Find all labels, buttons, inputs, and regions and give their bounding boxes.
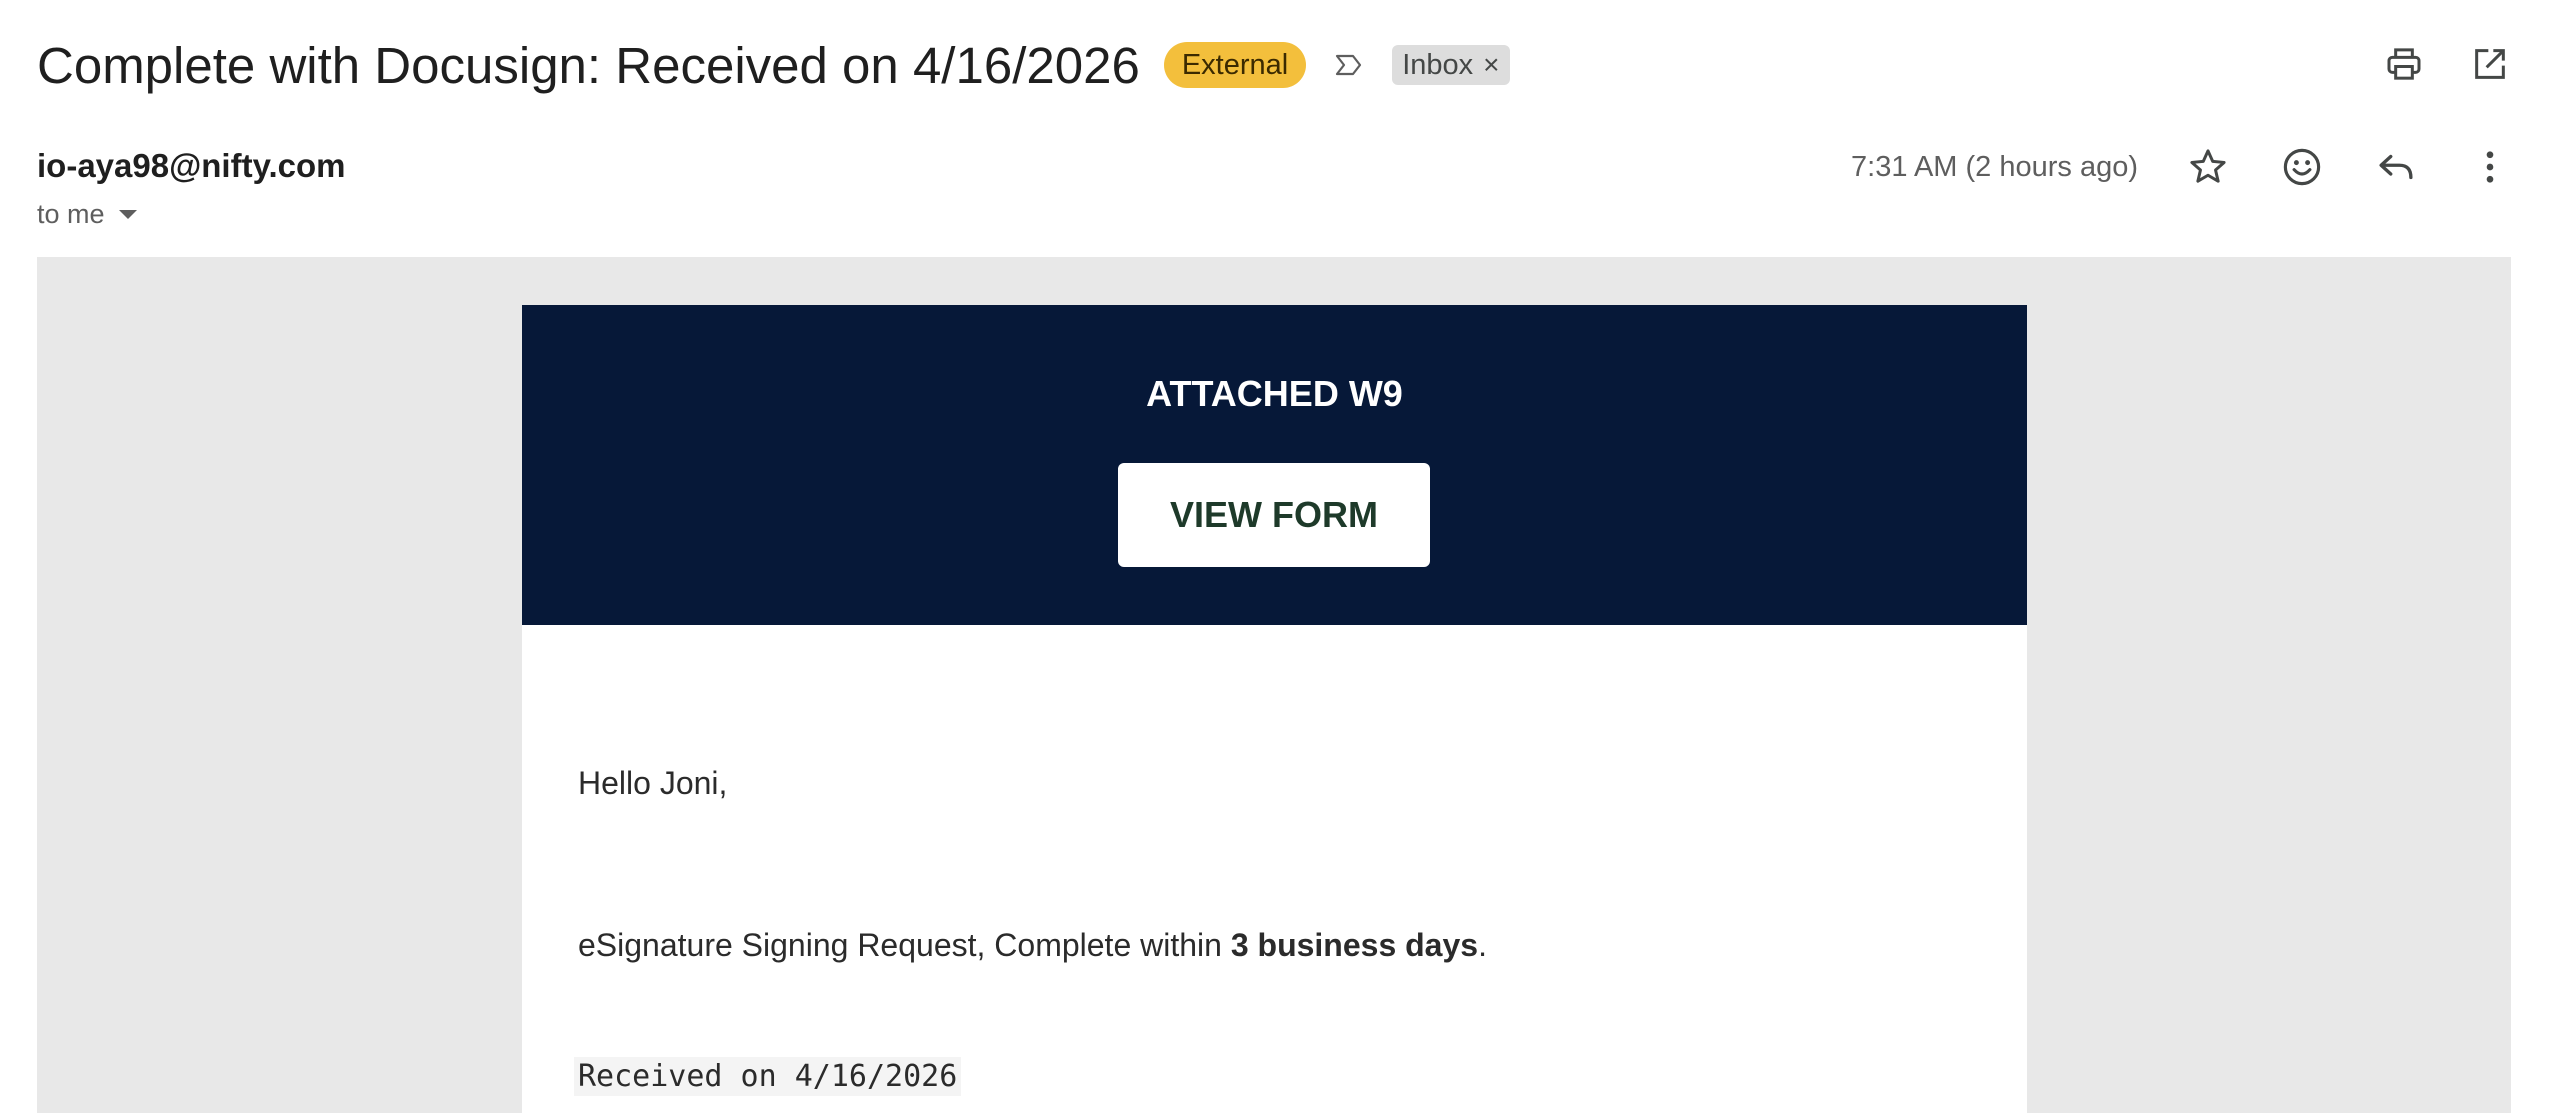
chevron-down-icon[interactable] xyxy=(118,210,137,219)
received-line: Received on 4/16/2026 xyxy=(574,1057,962,1096)
star-icon[interactable] xyxy=(2186,145,2230,189)
request-deadline: 3 business days xyxy=(1230,927,1479,963)
label-inbox-text: Inbox xyxy=(1402,48,1474,81)
email-subject: Complete with Docusign: Received on 4/16… xyxy=(37,36,1140,94)
thread-actions xyxy=(2382,42,2512,86)
request-prefix: eSignature Signing Request, Complete wit… xyxy=(578,927,1231,963)
sender-address[interactable]: io-aya98@nifty.com xyxy=(37,147,346,185)
open-in-new-window-icon[interactable] xyxy=(2468,42,2512,86)
message-actions xyxy=(2186,145,2512,189)
signing-request-text: eSignature Signing Request, Complete wit… xyxy=(578,927,1487,964)
email-card: ATTACHED W9 VIEW FORM Hello Joni, eSigna… xyxy=(522,305,2027,1113)
message-meta: 7:31 AM (2 hours ago) xyxy=(1851,145,2512,189)
banner-title: ATTACHED W9 xyxy=(1146,373,1403,414)
print-icon[interactable] xyxy=(2382,42,2426,86)
label-inbox[interactable]: Inbox × xyxy=(1392,45,1510,85)
email-view: Complete with Docusign: Received on 4/16… xyxy=(0,0,2560,1113)
remove-label-icon[interactable]: × xyxy=(1483,49,1499,81)
email-body-frame: ATTACHED W9 VIEW FORM Hello Joni, eSigna… xyxy=(37,257,2511,1113)
request-suffix: . xyxy=(1478,927,1487,963)
recipient-toggle[interactable]: to me xyxy=(37,199,137,230)
emoji-icon[interactable] xyxy=(2280,145,2324,189)
recipient-label: to me xyxy=(37,199,105,229)
reply-icon[interactable] xyxy=(2374,145,2418,189)
external-badge: External xyxy=(1163,42,1307,88)
important-marker-icon[interactable] xyxy=(1332,48,1366,82)
more-vert-icon[interactable] xyxy=(2468,145,2512,189)
view-form-button[interactable]: VIEW FORM xyxy=(1118,463,1430,567)
timestamp: 7:31 AM (2 hours ago) xyxy=(1851,150,2138,183)
subject-row: Complete with Docusign: Received on 4/16… xyxy=(37,30,1510,100)
greeting-text: Hello Joni, xyxy=(578,765,728,801)
email-banner: ATTACHED W9 VIEW FORM xyxy=(522,305,2027,625)
